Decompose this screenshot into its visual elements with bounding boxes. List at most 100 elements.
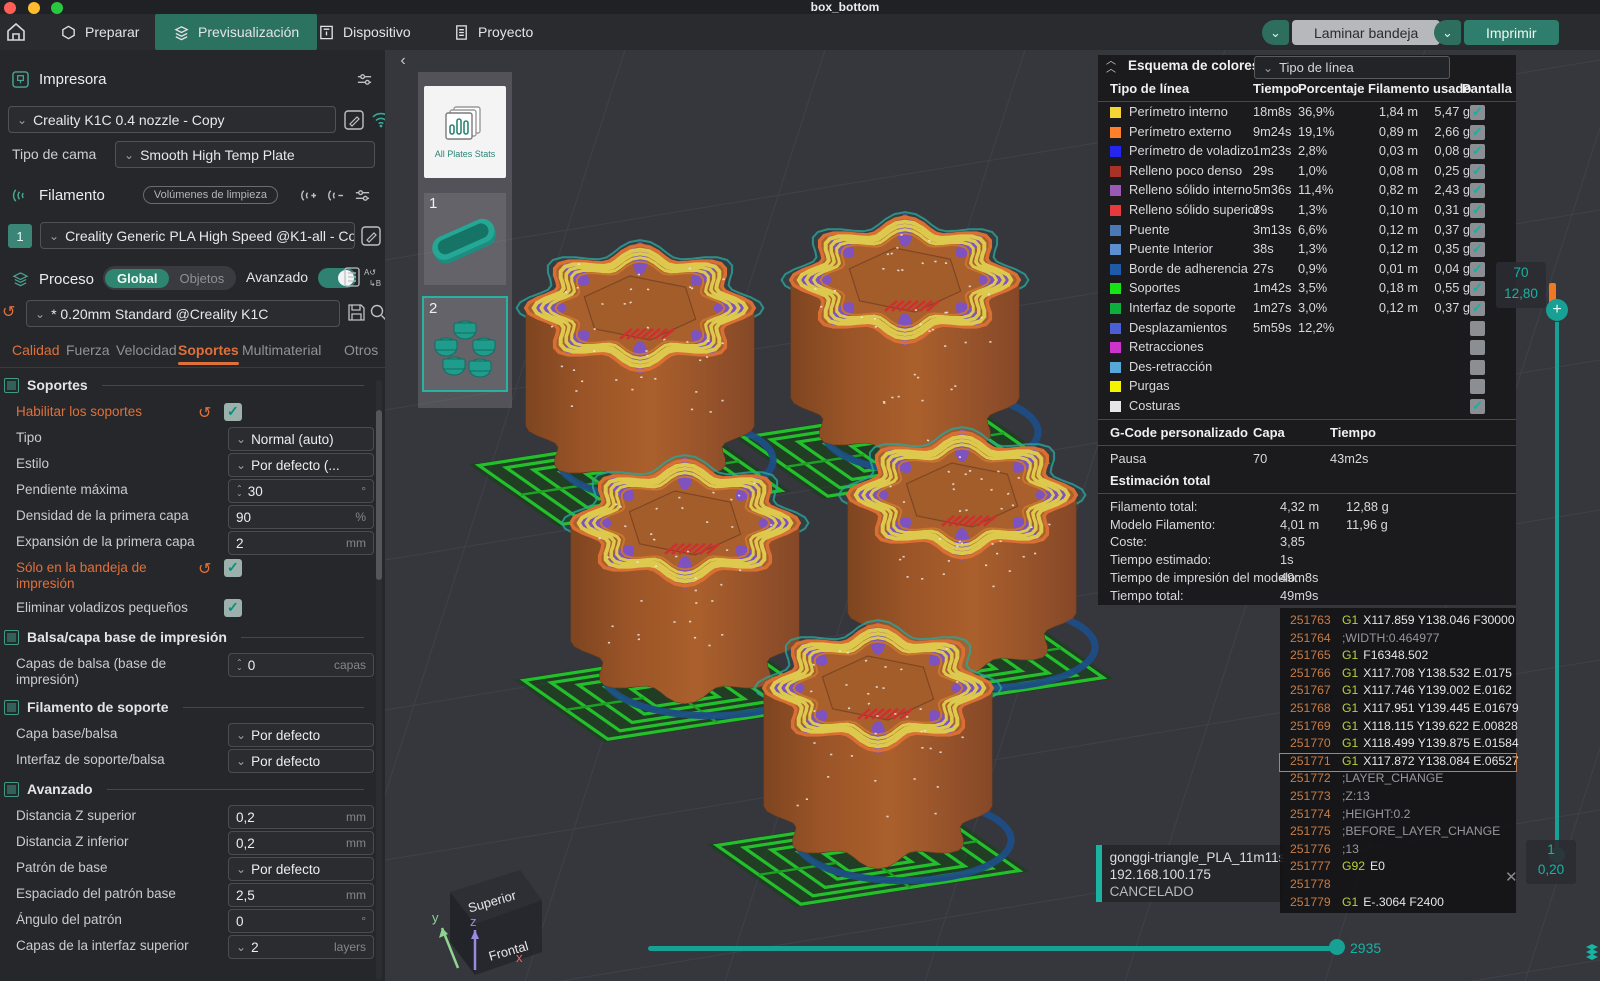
slice-plate-label[interactable]: Laminar bandeja	[1292, 20, 1441, 45]
line-type-visibility-checkbox[interactable]	[1470, 143, 1485, 160]
gcode-line[interactable]: 251773 ;Z:13	[1280, 789, 1516, 807]
tab-dispositivo[interactable]: Dispositivo	[300, 14, 429, 50]
line-type-visibility-checkbox[interactable]	[1470, 124, 1485, 140]
close-window-button[interactable]	[4, 2, 16, 14]
printer-settings-icon[interactable]	[356, 71, 373, 88]
gcode-line[interactable]: 251768 G1 X117.951 Y139.445 E.01679	[1280, 701, 1519, 719]
gcode-line[interactable]: 251769 G1 X118.115 Y139.622 E.00828	[1280, 719, 1518, 737]
line-type-visibility-checkbox[interactable]	[1470, 222, 1485, 238]
reset-setting-icon[interactable]: ↺	[198, 559, 211, 579]
layers-icon[interactable]	[1584, 942, 1600, 962]
setting-select[interactable]: ⌄ Por defecto (...	[228, 453, 374, 477]
filament-select[interactable]: ⌄ Creality Generic PLA High Speed @K1-al…	[40, 222, 355, 249]
setting-select[interactable]: ⌄ Por defecto	[228, 857, 374, 881]
gcode-line[interactable]: 251776 ;13	[1280, 842, 1516, 860]
gcode-line[interactable]: 251777 G92 E0	[1280, 859, 1516, 877]
plates-collapse-button[interactable]: ‹	[392, 52, 414, 74]
axis-gizmo[interactable]: Superior Frontal y z x	[420, 850, 550, 975]
spinner-arrows-icon[interactable]: ⌃ ⌄	[236, 485, 243, 498]
settings-scrollbar-thumb[interactable]	[376, 410, 382, 580]
close-icon[interactable]: ✕	[1505, 868, 1518, 886]
compare-ab-icon[interactable]: A↺ ↳B	[363, 265, 383, 289]
plate-thumbnail-2[interactable]: 2	[422, 296, 508, 392]
gcode-line[interactable]: 251771 G1 X117.872 Y138.084 E.06527	[1279, 752, 1519, 773]
setting-input[interactable]: 90%	[228, 505, 374, 529]
setting-select[interactable]: ⌄ Por defecto	[228, 723, 374, 747]
filament-settings-icon[interactable]	[354, 187, 371, 204]
home-button[interactable]	[4, 20, 30, 46]
line-type-visibility-checkbox[interactable]	[1470, 320, 1485, 336]
print-dropdown-chevron-icon[interactable]: ⌄	[1434, 20, 1461, 45]
setting-spin[interactable]: ⌃ ⌄ 30 °	[228, 479, 374, 503]
setting-input[interactable]: 0 °	[228, 909, 374, 933]
layer-slider-track[interactable]	[1555, 322, 1559, 850]
line-type-visibility-checkbox[interactable]	[1470, 182, 1485, 199]
gcode-line[interactable]: 251763 G1 X117.859 Y138.046 F30000	[1280, 613, 1516, 631]
print-button[interactable]: ⌄ Imprimir	[1434, 20, 1559, 45]
line-type-visibility-checkbox[interactable]	[1470, 340, 1485, 356]
scope-global[interactable]: Global	[105, 268, 170, 288]
setting-input[interactable]: 2,5 mm	[228, 883, 374, 907]
maximize-window-button[interactable]	[51, 2, 64, 14]
line-type-visibility-checkbox[interactable]	[1470, 163, 1485, 179]
slice-dropdown-chevron-icon[interactable]: ⌄	[1262, 20, 1289, 45]
setting-select[interactable]: ⌄ Por defecto	[228, 749, 374, 773]
collapse-panel-icon[interactable]: ︿ ︿	[1106, 57, 1116, 75]
gcode-line[interactable]: 251764 ;WIDTH:0.464977	[1280, 631, 1516, 649]
preset-reset-icon[interactable]: ↺	[2, 302, 15, 322]
print-label[interactable]: Imprimir	[1464, 20, 1559, 45]
settings-tab-soportes[interactable]: Soportes	[178, 342, 239, 365]
setting-checkbox[interactable]	[224, 559, 242, 577]
gcode-line[interactable]: 251775 ;BEFORE_LAYER_CHANGE	[1280, 824, 1516, 842]
gcode-line[interactable]: 251779 G1 E-.3064 F2400	[1280, 895, 1516, 913]
setting-spin[interactable]: ⌃ ⌄ 0 capas	[228, 653, 374, 677]
line-type-visibility-checkbox[interactable]	[1470, 202, 1485, 218]
setting-input[interactable]: 0,2 mm	[228, 805, 374, 829]
settings-tab-calidad[interactable]: Calidad	[12, 342, 59, 358]
line-type-visibility-checkbox[interactable]	[1470, 300, 1485, 316]
scope-objects[interactable]: Objetos	[169, 269, 234, 288]
add-layer-gcode-button[interactable]: +	[1546, 299, 1568, 321]
filament-slot-badge[interactable]: 1	[8, 224, 32, 248]
slice-plate-button[interactable]: ⌄ Laminar bandeja	[1262, 20, 1441, 45]
gcode-line[interactable]: 251766 G1 X117.708 Y138.532 E.0175	[1280, 666, 1516, 684]
edit-printer-icon[interactable]	[344, 110, 364, 130]
settings-tab-multimaterial[interactable]: Multimaterial	[242, 342, 321, 358]
setting-checkbox[interactable]	[224, 403, 242, 421]
process-preset-select[interactable]: ⌄ * 0.20mm Standard @Creality K1C	[26, 300, 340, 327]
edit-filament-icon[interactable]	[361, 226, 381, 246]
gcode-line[interactable]: 251770 G1 X118.499 Y139.875 E.01584	[1280, 736, 1519, 754]
gcode-line[interactable]: 251774 ;HEIGHT:0.2	[1280, 807, 1516, 825]
line-type-visibility-checkbox[interactable]	[1470, 241, 1485, 258]
setting-input[interactable]: 0,2 mm	[228, 831, 374, 855]
all-plates-stats-card[interactable]: All Plates Stats	[424, 86, 506, 178]
tab-previsualización[interactable]: Previsualización	[155, 14, 318, 50]
tab-preparar[interactable]: Preparar	[42, 14, 157, 50]
gcode-line[interactable]: 251778	[1280, 877, 1516, 895]
line-type-visibility-checkbox[interactable]	[1470, 104, 1485, 120]
parameter-list-icon[interactable]	[344, 265, 362, 289]
setting-select[interactable]: ⌄ Normal (auto)	[228, 427, 374, 451]
save-preset-icon[interactable]	[347, 303, 366, 322]
flush-volumes-button[interactable]: Volúmenes de limpieza	[142, 186, 278, 204]
line-type-visibility-checkbox[interactable]	[1470, 261, 1485, 277]
plate-thumbnail-1[interactable]: 1	[424, 193, 506, 285]
minimize-window-button[interactable]	[27, 2, 40, 14]
spinner-arrows-icon[interactable]: ⌃ ⌄	[236, 659, 243, 672]
reset-setting-icon[interactable]: ↺	[198, 403, 211, 423]
gcode-line[interactable]: 251765 G1 F16348.502	[1280, 648, 1516, 666]
setting-input[interactable]: 2 mm	[228, 531, 374, 555]
line-type-visibility-checkbox[interactable]	[1470, 280, 1485, 297]
settings-tab-otros[interactable]: Otros	[344, 342, 378, 358]
view-mode-select[interactable]: ⌄ Tipo de línea	[1254, 56, 1450, 79]
move-slider-thumb[interactable]	[1329, 939, 1345, 955]
settings-tab-fuerza[interactable]: Fuerza	[66, 342, 110, 358]
tab-proyecto[interactable]: Proyecto	[435, 14, 551, 50]
line-type-visibility-checkbox[interactable]	[1470, 379, 1485, 395]
process-scope-toggle[interactable]: Global Objetos	[103, 266, 237, 290]
bed-type-select[interactable]: ⌄ Smooth High Temp Plate	[115, 141, 375, 168]
gcode-line[interactable]: 251772 ;LAYER_CHANGE	[1280, 771, 1516, 789]
printer-select[interactable]: ⌄ Creality K1C 0.4 nozzle - Copy	[8, 106, 336, 133]
remove-filament-icon[interactable]	[327, 187, 344, 204]
gcode-line[interactable]: 251767 G1 X117.746 Y139.002 E.0162	[1280, 683, 1516, 701]
